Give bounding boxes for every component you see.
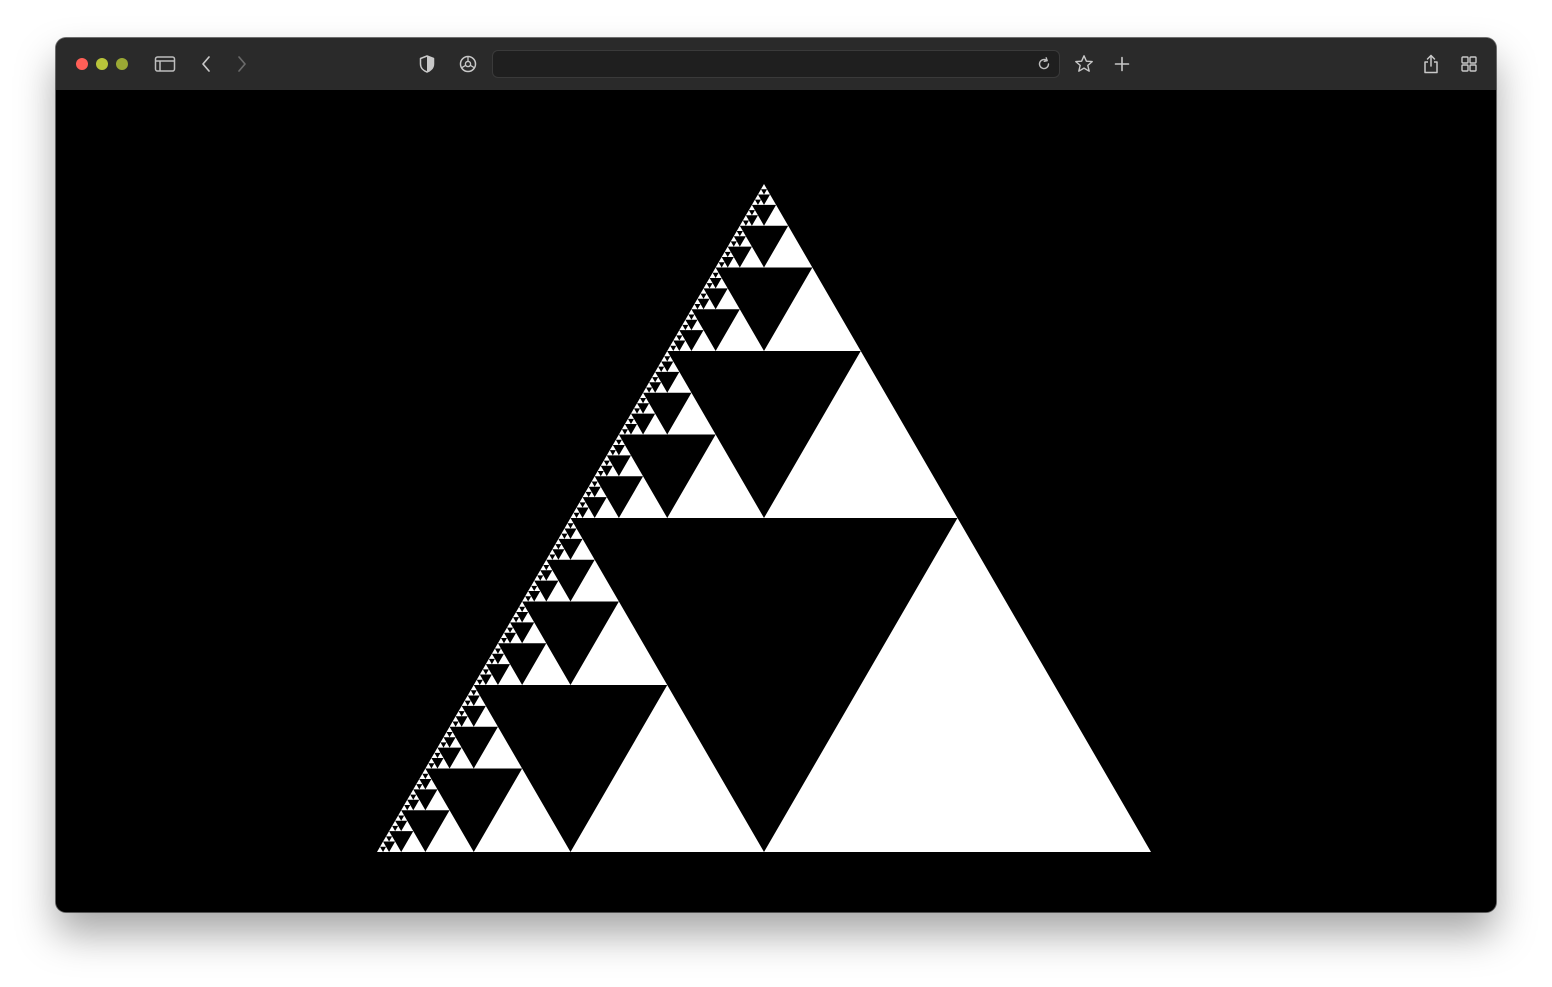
- sidebar-icon: [154, 56, 176, 72]
- forward-button[interactable]: [230, 52, 254, 76]
- reload-icon: [1038, 57, 1050, 70]
- bookmark-star-icon: [1075, 55, 1093, 72]
- minimize-window-button[interactable]: [96, 58, 108, 70]
- tab-overview-button[interactable]: [1457, 52, 1481, 76]
- browser-window: [56, 38, 1496, 912]
- privacy-shield-icon: [419, 55, 435, 73]
- new-tab-button[interactable]: [1110, 52, 1134, 76]
- page-content: [56, 90, 1496, 912]
- bookmark-button[interactable]: [1072, 52, 1096, 76]
- browser-toolbar: [56, 38, 1496, 91]
- address-input[interactable]: [503, 51, 1023, 77]
- back-button[interactable]: [194, 52, 218, 76]
- privacy-report-button[interactable]: [415, 52, 439, 76]
- tab-overview-icon: [1461, 56, 1477, 72]
- reload-button[interactable]: [1035, 55, 1053, 73]
- sidebar-toggle-button[interactable]: [153, 52, 177, 76]
- sierpinski-triangle: [377, 184, 1151, 852]
- share-icon: [1424, 54, 1438, 74]
- share-button[interactable]: [1419, 52, 1443, 76]
- address-bar[interactable]: [492, 50, 1060, 78]
- back-chevron-icon: [202, 56, 210, 72]
- forward-chevron-icon: [238, 56, 246, 72]
- close-window-button[interactable]: [76, 58, 88, 70]
- new-tab-plus-icon: [1114, 56, 1130, 72]
- settings-button[interactable]: [456, 52, 480, 76]
- zoom-window-button[interactable]: [116, 58, 128, 70]
- settings-gear-icon: [459, 55, 477, 73]
- sierpinski-triangle-canvas: [377, 184, 1151, 852]
